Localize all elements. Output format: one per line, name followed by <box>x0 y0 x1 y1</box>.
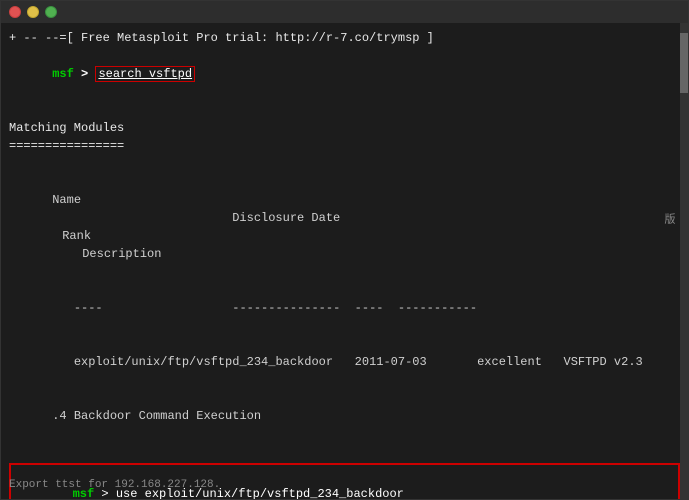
maximize-button[interactable] <box>45 6 57 18</box>
bottom-status: Export ttst for 192.168.227.128. <box>9 479 220 491</box>
side-label: 版 <box>660 213 676 224</box>
module-line: exploit/unix/ftp/vsftpd_234_backdoor 201… <box>9 335 680 389</box>
msf-prompt: msf <box>52 67 81 81</box>
col-sep-line: ---- --------------- ---- ----------- <box>9 281 680 335</box>
matching-modules: Matching Modules <box>9 119 680 137</box>
blank-line-3 <box>9 443 680 461</box>
blank-line-1 <box>9 101 680 119</box>
search-cmd-highlight: search vsftpd <box>95 66 195 82</box>
scrollbar-thumb[interactable] <box>680 33 688 93</box>
banner-line: + -- --=[ Free Metasploit Pro trial: htt… <box>9 29 680 47</box>
module-desc-line: .4 Backdoor Command Execution <box>9 389 680 443</box>
column-headers: Name Disclosure Date Rank Description <box>9 173 680 281</box>
blank-line-2 <box>9 155 680 173</box>
separator-line: ================ <box>9 137 680 155</box>
search-command-line: msf > search vsftpd <box>9 47 680 101</box>
terminal-body[interactable]: + -- --=[ Free Metasploit Pro trial: htt… <box>1 23 688 499</box>
terminal-window: + -- --=[ Free Metasploit Pro trial: htt… <box>0 0 689 500</box>
close-button[interactable] <box>9 6 21 18</box>
scrollbar[interactable] <box>680 23 688 499</box>
minimize-button[interactable] <box>27 6 39 18</box>
titlebar <box>1 1 688 23</box>
